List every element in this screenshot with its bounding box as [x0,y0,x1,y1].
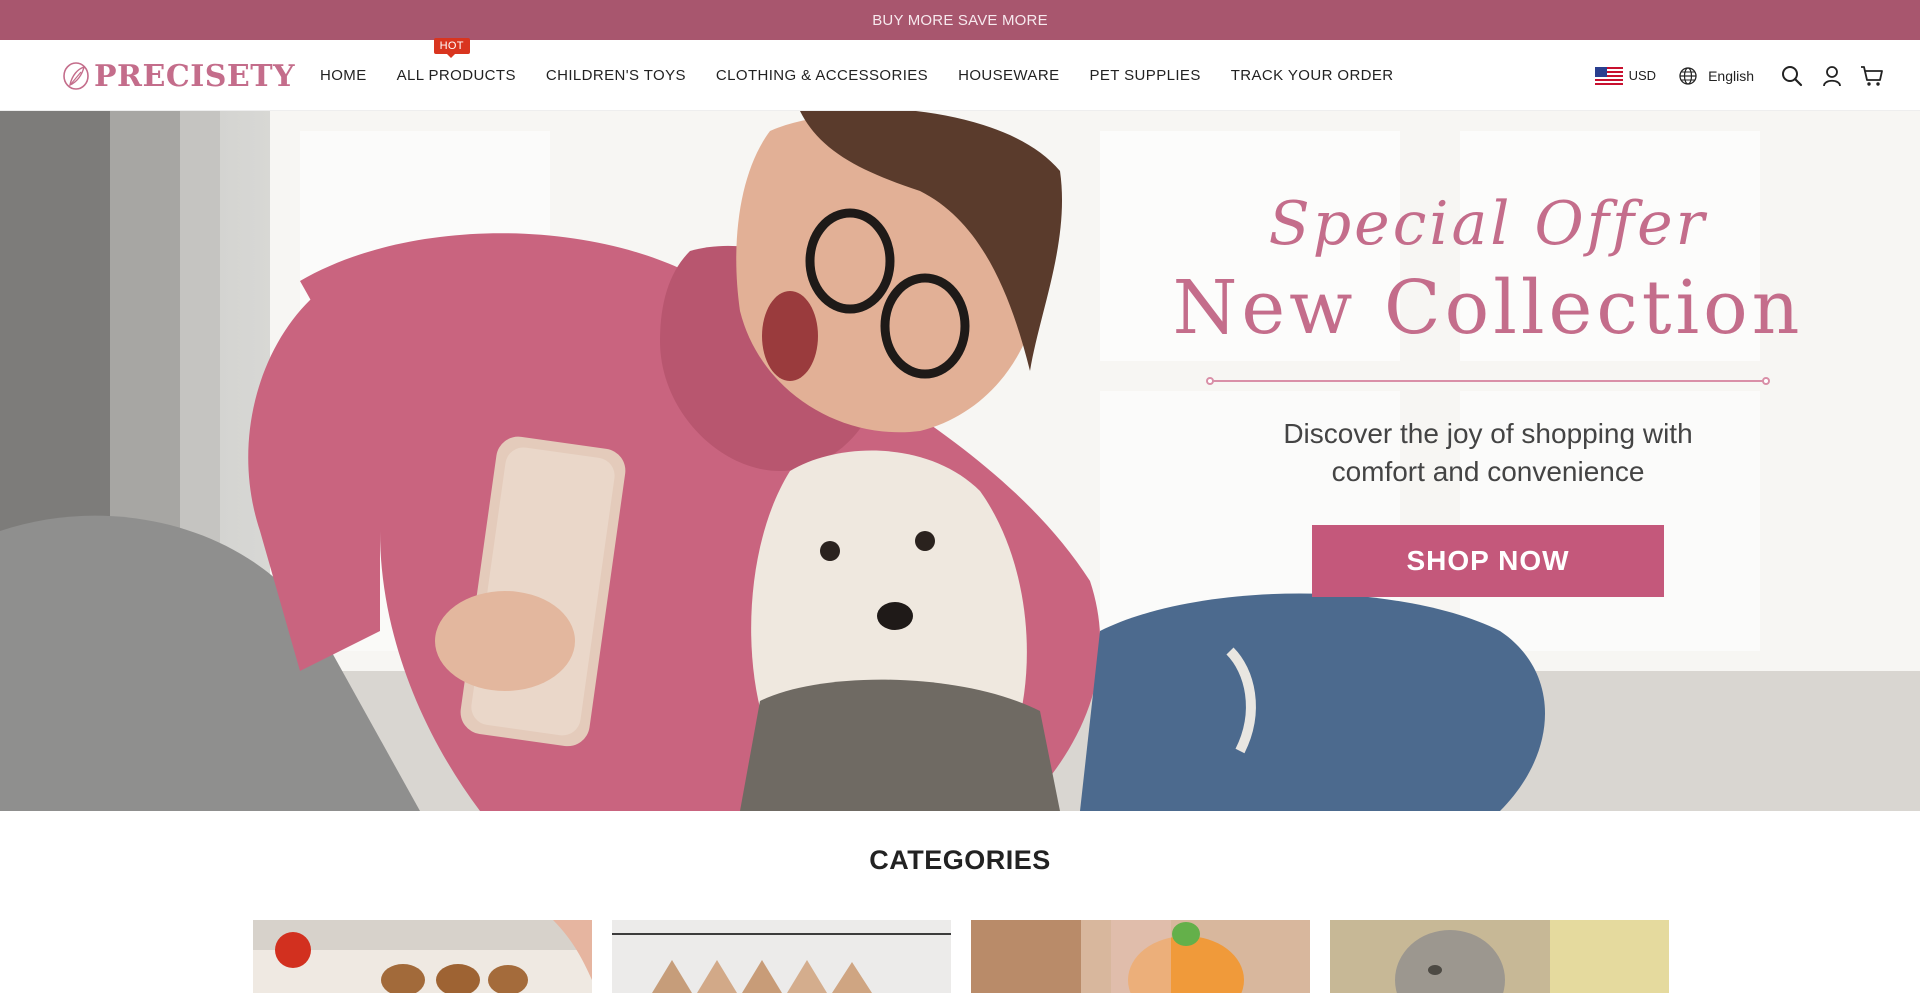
hero-divider [1206,377,1770,385]
account-button[interactable] [1812,56,1852,96]
clothing-category-image [612,920,951,993]
logo-text: PRECISETY [94,58,296,94]
kitchen-category[interactable] [253,920,592,993]
announcement-bar: BUY MORE SAVE MORE [0,0,1920,40]
nav-item-label: PET SUPPLIES [1089,67,1201,84]
logo-leaf-icon [63,62,89,90]
hot-badge: HOT [433,38,470,58]
hero-title: New Collection [1172,265,1804,351]
categories-row [253,920,1669,993]
nav-item-childrens-toys[interactable]: CHILDREN'S TOYS [546,67,686,84]
nav-item-home[interactable]: HOME [320,67,367,84]
nav-item-track-order[interactable]: TRACK YOUR ORDER [1231,67,1394,84]
hero-tagline-line1: Discover the joy of shopping with [1283,418,1693,449]
language-label: English [1708,67,1754,84]
us-flag-icon [1594,66,1623,85]
nav-item-label: CLOTHING & ACCESSORIES [715,67,929,84]
nav-item-clothing-accessories[interactable]: CLOTHING & ACCESSORIES [716,67,928,84]
pet-category-image [1330,920,1669,993]
hero-text: Special Offer New Collection Discover th… [1170,171,1806,597]
search-icon [1782,65,1803,86]
categories-title: CATEGORIES [869,845,1051,875]
special-offer-text: Special Offer [1268,189,1708,259]
header-actions: USD English [1594,40,1892,111]
logo[interactable]: PRECISETY [62,58,295,94]
currency-label: USD [1628,68,1657,83]
cart-icon [1861,65,1883,86]
nav-item-label: HOME [320,67,367,84]
account-icon [1823,65,1841,86]
cart-button[interactable] [1852,56,1892,96]
nav-item-label: ALL PRODUCTS [396,67,516,84]
shop-now-button[interactable]: SHOP NOW [1312,525,1664,597]
nav-item-label: HOUSEWARE [958,67,1060,84]
globe-icon [1679,66,1697,85]
hero-tagline-line2: comfort and convenience [1331,456,1645,487]
announcement-text: BUY MORE SAVE MORE [872,11,1048,29]
search-button[interactable] [1772,56,1812,96]
nav-item-pet-supplies[interactable]: PET SUPPLIES [1089,67,1200,84]
currency-selector[interactable]: USD [1594,66,1657,85]
site-header: PRECISETY HOME HOT ALL PRODUCTS CHILDREN… [0,38,1920,111]
hero-banner[interactable]: Special Offer New Collection Discover th… [0,111,1920,811]
hero-tagline: Discover the joy of shopping with comfor… [1170,415,1806,491]
kitchen-category-image [253,920,592,993]
pet-category[interactable] [1330,920,1669,993]
toys-category-image [971,920,1310,993]
main-nav: HOME HOT ALL PRODUCTS CHILDREN'S TOYS CL… [320,38,1424,111]
nav-item-houseware[interactable]: HOUSEWARE [958,67,1059,84]
toys-category[interactable] [971,920,1310,993]
language-selector[interactable]: English [1678,66,1754,86]
nav-item-label: CHILDREN'S TOYS [545,67,686,84]
clothing-category[interactable] [612,920,951,993]
nav-item-label: TRACK YOUR ORDER [1230,67,1394,84]
nav-item-all-products[interactable]: HOT ALL PRODUCTS [396,38,516,84]
